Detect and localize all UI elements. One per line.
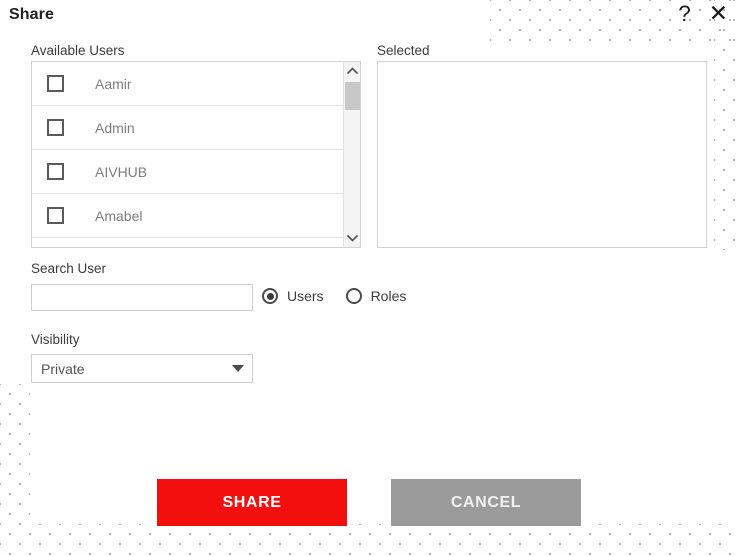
search-input[interactable] <box>31 284 253 311</box>
help-icon[interactable]: ? <box>678 2 690 25</box>
available-users-list[interactable]: Aamir Admin AIVHUB Amabel <box>31 61 361 248</box>
cancel-button[interactable]: CANCEL <box>391 479 581 526</box>
radio-unselected-icon <box>345 288 362 304</box>
radio-users-label: Users <box>287 288 324 304</box>
radio-roles-label: Roles <box>370 288 407 304</box>
selected-label: Selected <box>377 43 430 58</box>
checkbox-icon[interactable] <box>47 207 64 224</box>
search-user-label: Search User <box>31 261 107 276</box>
checkbox-icon[interactable] <box>47 119 64 136</box>
available-users-scrollbar[interactable] <box>343 62 360 247</box>
available-users-label: Available Users <box>31 43 125 58</box>
dialog-footer: SHARE CANCEL <box>0 479 738 526</box>
list-item[interactable]: Aamir <box>32 62 343 106</box>
list-item[interactable]: AIVHUB <box>32 150 343 194</box>
titlebar-actions: ? ✕ <box>678 2 728 25</box>
selected-users-panel[interactable] <box>377 61 707 248</box>
checkbox-icon[interactable] <box>47 163 64 180</box>
user-name: Amabel <box>95 207 143 224</box>
user-name: AIVHUB <box>95 163 148 180</box>
list-item[interactable]: Admin <box>32 106 343 150</box>
visibility-value: Private <box>41 360 85 377</box>
visibility-label: Visibility <box>31 332 80 347</box>
chevron-down-icon[interactable] <box>344 230 360 247</box>
radio-users[interactable]: Users <box>262 288 324 304</box>
visibility-dropdown[interactable]: Private <box>31 354 253 383</box>
scrollbar-thumb[interactable] <box>345 82 360 110</box>
available-users-rows: Aamir Admin AIVHUB Amabel <box>32 62 343 247</box>
user-name: Aamir <box>95 75 132 92</box>
user-name: Admin <box>95 119 135 136</box>
radio-roles[interactable]: Roles <box>345 288 407 304</box>
radio-selected-icon <box>262 288 278 304</box>
checkbox-icon[interactable] <box>47 75 64 92</box>
list-item[interactable]: Amabel <box>32 194 343 238</box>
close-icon[interactable]: ✕ <box>709 2 728 25</box>
page-title: Share <box>9 6 54 23</box>
share-dialog: Share ? ✕ Available Users Selected Aamir… <box>0 0 738 556</box>
share-button[interactable]: SHARE <box>157 479 347 526</box>
chevron-up-icon[interactable] <box>344 62 360 79</box>
dialog-titlebar: Share ? ✕ <box>0 0 738 38</box>
chevron-down-icon <box>232 365 244 372</box>
scope-radio-group: Users Roles <box>262 288 406 304</box>
